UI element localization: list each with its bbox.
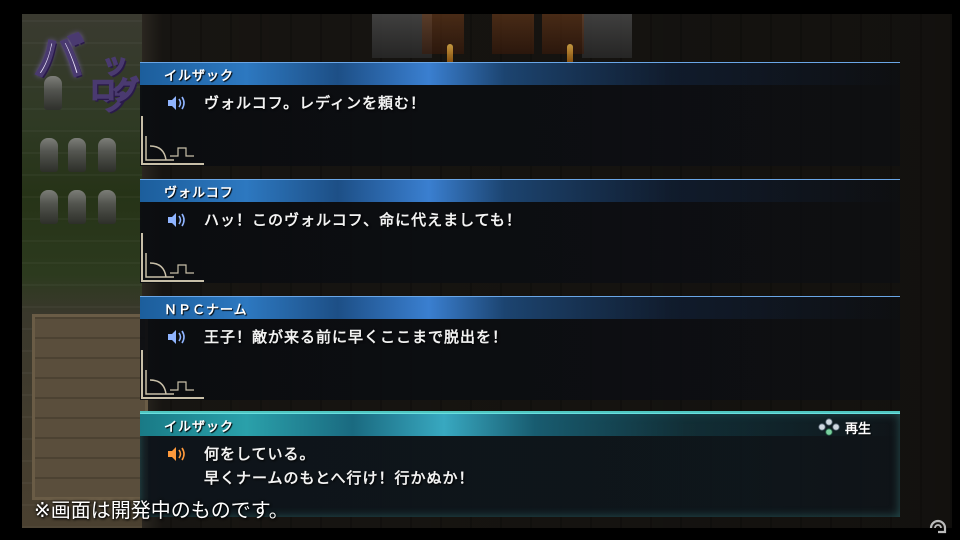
frame-corner-ornament xyxy=(141,350,204,399)
voice-replay-icon[interactable] xyxy=(166,329,188,345)
voice-replay-icon-active[interactable] xyxy=(166,446,188,462)
dialogue-line: 王子！敵が来る前に早くここまで脱出を！ xyxy=(204,328,509,346)
speaker-bar: イルザック xyxy=(140,413,900,436)
frame-corner-ornament xyxy=(141,233,204,282)
character-sprite xyxy=(44,76,62,110)
replay-hint[interactable]: 再生 xyxy=(818,418,872,437)
speaker-bar: イルザック xyxy=(140,62,900,85)
character-sprite xyxy=(40,138,58,172)
log-entry[interactable]: ＮＰＣナーム 王子！敵が来る前に早くここまで脱出を！ xyxy=(140,296,900,400)
voice-replay-icon[interactable] xyxy=(166,212,188,228)
character-sprite xyxy=(98,190,116,224)
scenery-pillar xyxy=(492,14,534,54)
scenery-wall xyxy=(32,314,148,500)
speaker-bar: ヴォルコフ xyxy=(140,179,900,202)
dialogue-line: ヴォルコフ。レディンを頼む！ xyxy=(204,94,427,112)
character-sprite xyxy=(68,138,86,172)
character-sprite xyxy=(68,190,86,224)
site-logo-icon xyxy=(929,519,947,534)
dialogue-line: 早くナームのもとへ行け！行かぬか！ xyxy=(204,469,475,487)
log-entry[interactable]: イルザック ヴォルコフ。レディンを頼む！ xyxy=(140,62,900,166)
dialogue-line: ハッ！このヴォルコフ、命に代えましても！ xyxy=(204,211,522,229)
scenery-block xyxy=(582,14,632,58)
replay-label: 再生 xyxy=(845,421,872,437)
scenery-pillar xyxy=(422,14,464,54)
speaker-bar: ＮＰＣナーム xyxy=(140,296,900,319)
speaker-name: イルザック xyxy=(164,69,235,84)
speaker-name: ＮＰＣナーム xyxy=(164,303,248,318)
dialogue-line: 何をしている。 xyxy=(204,445,316,463)
log-entry[interactable]: ヴォルコフ ハッ！このヴォルコフ、命に代えましても！ xyxy=(140,179,900,283)
scenery-pillar xyxy=(542,14,584,54)
speaker-name: イルザック xyxy=(164,420,235,435)
speaker-name: ヴォルコフ xyxy=(164,186,234,201)
character-sprite xyxy=(98,138,116,172)
development-notice: ※画面は開発中のものです。 xyxy=(34,498,289,522)
controller-buttons-icon xyxy=(818,418,840,436)
character-sprite xyxy=(40,190,58,224)
frame-corner-ornament xyxy=(141,116,204,165)
voice-replay-icon[interactable] xyxy=(166,95,188,111)
